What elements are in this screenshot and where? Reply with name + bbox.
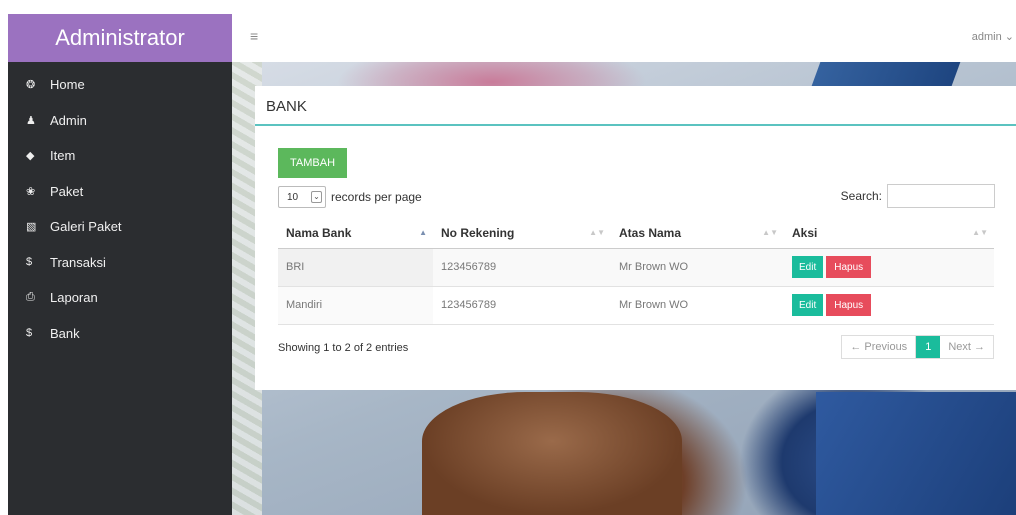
cell-aksi: Edit Hapus xyxy=(784,248,994,287)
column-header-no-rekening[interactable]: No Rekening ▲▼ xyxy=(433,219,611,249)
records-per-page-label: records per page xyxy=(331,190,422,204)
cell-no-rekening: 123456789 xyxy=(433,248,611,287)
dollar-icon: $ xyxy=(26,327,33,340)
sidebar-item-label: Bank xyxy=(50,325,80,341)
next-page-button[interactable]: Next → xyxy=(940,336,993,358)
sidebar-item-label: Laporan xyxy=(50,290,98,306)
sort-icon: ▲▼ xyxy=(589,228,605,237)
table-row: Mandiri 123456789 Mr Brown WO Edit Hapus xyxy=(278,286,994,325)
user-menu[interactable]: admin ⌄ xyxy=(972,30,1014,43)
previous-page-button[interactable]: ← Previous xyxy=(842,336,917,358)
search-input[interactable] xyxy=(887,184,995,208)
sidebar-item-galeri-paket[interactable]: ▧ Galeri Paket xyxy=(8,209,232,245)
sidebar-item-label: Paket xyxy=(50,183,84,199)
page-title: BANK xyxy=(255,86,1016,126)
add-bank-button[interactable]: TAMBAH xyxy=(278,148,348,178)
sidebar-item-bank[interactable]: $ Bank xyxy=(8,316,232,352)
search-label: Search: xyxy=(840,189,882,203)
sidebar-item-transaksi[interactable]: $ Transaksi xyxy=(8,245,232,281)
records-per-page-value: 10 xyxy=(287,191,299,203)
bank-table: Nama Bank ▲ No Rekening ▲▼ Atas Nama ▲▼ … xyxy=(278,219,994,325)
edit-button[interactable]: Edit xyxy=(792,294,824,316)
cell-atas-nama: Mr Brown WO xyxy=(611,286,784,325)
sidebar-item-item[interactable]: ◆ Item xyxy=(8,138,232,174)
user-icon: ♟ xyxy=(26,114,36,127)
sidebar-item-label: Galeri Paket xyxy=(50,219,122,235)
brand-title[interactable]: Administrator xyxy=(8,14,232,62)
dashboard-icon: ❂ xyxy=(26,79,36,92)
pagination: ← Previous 1 Next → xyxy=(841,335,994,359)
column-header-atas-nama[interactable]: Atas Nama ▲▼ xyxy=(611,219,784,249)
sidebar: Administrator ❂ Home ♟ Admin ◆ Item ❀ Pa… xyxy=(8,14,232,515)
hamburger-menu-icon[interactable]: ≡ xyxy=(250,28,258,44)
column-header-label: Aksi xyxy=(792,226,818,241)
image-icon: ▧ xyxy=(26,221,37,234)
page-1-button[interactable]: 1 xyxy=(916,336,941,358)
cell-nama-bank: BRI xyxy=(278,248,433,287)
dollar-icon: $ xyxy=(26,256,33,269)
column-header-nama-bank[interactable]: Nama Bank ▲ xyxy=(278,219,433,249)
chevron-down-icon: ⌄ xyxy=(311,191,322,203)
top-bar: ≡ admin ⌄ xyxy=(232,14,1016,62)
print-icon: ⎙ xyxy=(26,291,35,304)
sidebar-nav: ❂ Home ♟ Admin ◆ Item ❀ Paket ▧ Galeri P… xyxy=(8,62,232,351)
photo-sleeve xyxy=(816,392,1016,515)
cell-nama-bank: Mandiri xyxy=(278,286,433,325)
records-per-page-select[interactable]: 10 ⌄ xyxy=(278,186,326,208)
table-info: Showing 1 to 2 of 2 entries xyxy=(278,342,409,354)
edit-button[interactable]: Edit xyxy=(792,256,824,278)
cell-no-rekening: 123456789 xyxy=(433,286,611,325)
sidebar-item-admin[interactable]: ♟ Admin xyxy=(8,103,232,139)
sidebar-item-label: Admin xyxy=(50,112,87,128)
records-per-page: 10 ⌄ records per page xyxy=(278,186,422,208)
table-row: BRI 123456789 Mr Brown WO Edit Hapus xyxy=(278,248,994,287)
sidebar-item-label: Home xyxy=(50,77,85,93)
column-header-label: Atas Nama xyxy=(619,226,682,241)
cell-aksi: Edit Hapus xyxy=(784,286,994,325)
sidebar-item-home[interactable]: ❂ Home xyxy=(8,67,232,103)
column-header-aksi[interactable]: Aksi ▲▼ xyxy=(784,219,994,249)
column-header-label: No Rekening xyxy=(441,226,515,241)
sidebar-item-label: Item xyxy=(50,148,76,164)
column-header-label: Nama Bank xyxy=(286,226,352,241)
photo-hand xyxy=(422,392,682,515)
sort-icon: ▲▼ xyxy=(972,228,988,237)
delete-button[interactable]: Hapus xyxy=(826,256,872,278)
gift-icon: ❀ xyxy=(26,185,36,198)
search-box: Search: xyxy=(841,184,995,208)
sidebar-item-laporan[interactable]: ⎙ Laporan xyxy=(8,280,232,316)
cube-icon: ◆ xyxy=(26,150,35,163)
delete-button[interactable]: Hapus xyxy=(826,294,872,316)
photo-sleeve-top xyxy=(811,62,961,86)
sidebar-item-label: Transaksi xyxy=(50,254,106,270)
sidebar-item-paket[interactable]: ❀ Paket xyxy=(8,174,232,210)
cell-atas-nama: Mr Brown WO xyxy=(611,248,784,287)
table-header-row: Nama Bank ▲ No Rekening ▲▼ Atas Nama ▲▼ … xyxy=(278,219,994,249)
sort-asc-icon: ▲ xyxy=(419,228,427,237)
bank-panel: BANK TAMBAH 10 ⌄ records per page Search… xyxy=(255,86,1016,390)
sort-icon: ▲▼ xyxy=(762,228,778,237)
